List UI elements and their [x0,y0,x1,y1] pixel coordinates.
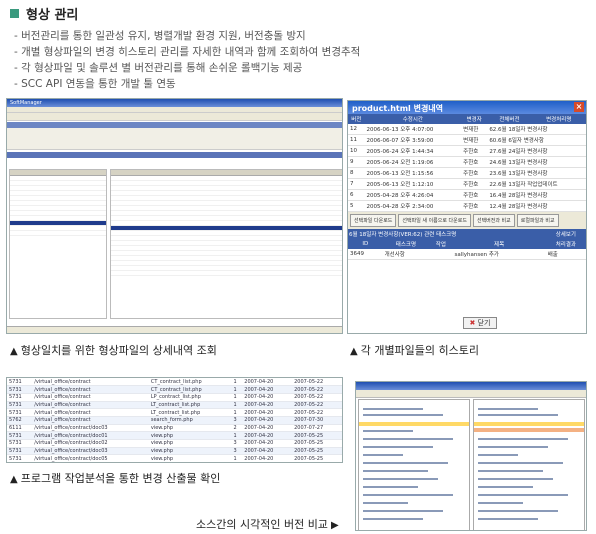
window-titlebar [356,382,586,390]
triangle-icon: ▲ [350,346,358,357]
table-row[interactable]: 5731/virtual_office/contract/doc03 view.p… [7,447,342,456]
table-row[interactable]: 5731/virtual_office/contract/doc02 view.p… [7,439,342,448]
feature-item: 개별 형상파일의 변경 히스토리 관리를 자세한 내역과 함께 조회하여 변경추… [14,44,360,60]
square-bullet-icon [10,9,19,18]
download-button[interactable]: 선택파일 다운로드 [350,214,397,227]
page-title: 형상 관리 [26,8,79,23]
table-row[interactable]: 5731/virtual_office/contract/doc01 view.p… [7,431,342,440]
triangle-icon: ▲ [10,346,18,357]
section-heading: 형상 관리 [10,4,78,23]
feature-item: 버전관리를 통한 일관성 유지, 병렬개발 환경 지원, 버전충돌 방지 [14,28,360,44]
status-bar [7,326,342,333]
table-row[interactable]: 7 2005-06-13 오전 1:12:10 주한호 22.6월 13일자 작업업데… [348,178,586,190]
compare-local-button[interactable]: 로컬파일과 비교 [516,214,559,227]
screenshot-history: product.html 변경내역 × 버전 수정시간 변경자 전체버전 변경처리명 12… [347,100,587,334]
table-row[interactable]: 5731/virtual_office/contract LP_contract_… [7,393,342,402]
folder-tree [9,169,107,319]
caption: 소스간의 시각적인 버전 비교 ▶ [196,518,339,531]
task-table: 6월 18일자 변경사항(VER:62) 관련 태스크명 상세보기 ID 태스크명 작… [348,229,586,260]
results-header [7,152,342,158]
detail-button[interactable]: 상세보기 [545,229,586,239]
action-buttons: 선택파일 다운로드 선택파일 새 이름으로 다운로드 선택버전과 비교 로컬파일… [348,212,586,229]
close-icon[interactable]: × [574,102,584,112]
feature-item: 각 형상파일 및 솔루션 별 버전관리를 통해 손쉬운 롤백기능 제공 [14,60,360,76]
table-row[interactable]: 11 2006-06-07 오후 3:59:00 변재한 60.6월 6일자 변경사항 [348,134,586,146]
table-row[interactable]: 3649 개선사항 sallyhansen 추가 배출 [348,249,586,260]
history-table: 버전 수정시간 변경자 전체버전 변경처리명 12 2006-06-13 오후 4:07:… [348,114,586,212]
window-titlebar: SoftManager [7,99,342,107]
toolbar [356,390,586,398]
table-row[interactable]: 6 2005-04-28 오후 4:26:04 주한호 16.4월 28일자 변경사항 [348,189,586,201]
table-row[interactable]: 10 2005-06-24 오후 1:44:34 주한호 27.6월 24일자 변경사… [348,145,586,157]
table-row[interactable]: 12 2006-06-13 오후 4:07:00 변재한 62.6월 18일자 변경사… [348,124,586,135]
table-row[interactable]: 5731/virtual_office/contract/doc05 view.p… [7,454,342,462]
table-row[interactable]: 6111/virtual_office/contract/doc03 view.p… [7,424,342,433]
screenshot-file-detail: SoftManager [6,98,343,334]
caption: ▲ 프로그램 작업분석을 통한 변경 산출물 확인 [10,472,221,485]
diff-pane-left [358,399,470,530]
diff-pane-right [473,399,585,530]
triangle-right-icon: ▶ [330,520,339,531]
triangle-icon: ▲ [10,474,18,485]
table-row[interactable]: 5731/virtual_office/contract CT_contract_… [7,385,342,394]
table-row[interactable]: 5731/virtual_office/contract LT_contract_… [7,408,342,417]
caption: ▲ 형상일치를 위한 형상파일의 상세내역 조회 [10,344,217,357]
table-row[interactable]: 5762/virtual_office/contract search_form.… [7,416,342,425]
caption: ▲ 각 개별파일들의 히스토리 [350,344,480,357]
feature-list: 버전관리를 통한 일관성 유지, 병렬개발 환경 지원, 버전충돌 방지 개별 … [14,28,360,92]
table-row[interactable]: 5731/virtual_office/contract CT_contract_… [7,378,342,387]
screenshot-diff-view [355,381,587,531]
search-form [7,128,342,150]
window-titlebar: product.html 변경내역 × [348,101,586,114]
download-as-button[interactable]: 선택파일 새 이름으로 다운로드 [398,214,471,227]
feature-item: SCC API 연동을 통한 개발 툴 연동 [14,76,360,92]
table-row[interactable]: 8 2005-06-13 오전 1:15:56 주한호 23.6월 13일자 변경사항 [348,167,586,179]
compare-version-button[interactable]: 선택버전과 비교 [472,214,515,227]
file-list [110,169,342,319]
toolbar [7,113,342,121]
table-row[interactable]: 9 2005-06-24 오전 1:19:06 주한호 24.6월 13일자 변경사항 [348,156,586,168]
output-table: 5731/virtual_office/contract CT_contract_… [7,378,342,462]
screenshot-output-list: 5731/virtual_office/contract CT_contract_… [6,377,343,463]
table-row[interactable]: 5 2005-04-28 오후 2:34:00 주한호 12.4월 28일자 변경사항 [348,200,586,212]
close-button[interactable]: ✖ 닫기 [463,317,497,329]
table-row[interactable]: 5731/virtual_office/contract LT_contract_… [7,401,342,410]
